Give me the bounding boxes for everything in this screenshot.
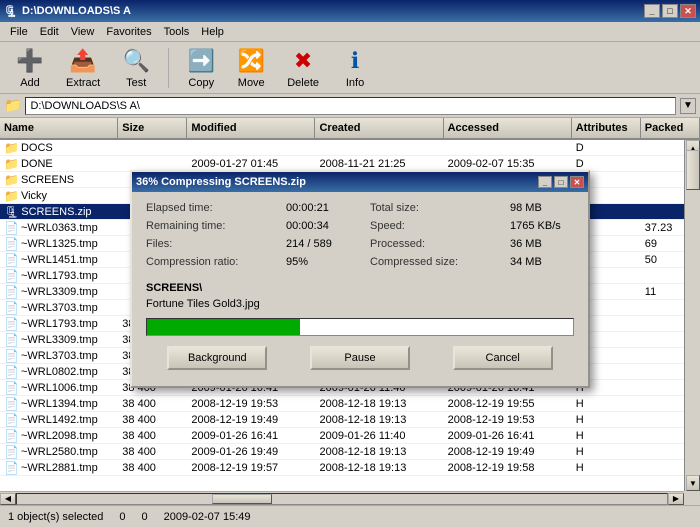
processed-value: 36 MB xyxy=(510,238,574,250)
processed-label: Processed: xyxy=(370,238,510,250)
speed-value: 1765 KB/s xyxy=(510,220,574,232)
col-header-size[interactable]: Size xyxy=(118,118,187,138)
speed-label: Speed: xyxy=(370,220,510,232)
delete-button[interactable]: ✖ Delete xyxy=(279,45,327,91)
delete-icon: ✖ xyxy=(289,47,317,75)
test-icon: 🔍 xyxy=(122,47,150,75)
dialog-overlay: 36% Compressing SCREENS.zip _ □ ✕ Elapse… xyxy=(0,140,700,527)
info-button[interactable]: ℹ Info xyxy=(333,45,377,91)
files-label: Files: xyxy=(146,238,286,250)
total-size-value: 98 MB xyxy=(510,202,574,214)
content-area: 📁 DOCS D 📁 DONE 2009-01-27 01:45 2008-11… xyxy=(0,140,700,527)
elapsed-label: Elapsed time: xyxy=(146,202,286,214)
col-header-packed[interactable]: Packed xyxy=(641,118,700,138)
dialog-buttons: Background Pause Cancel xyxy=(146,346,574,376)
progress-bar-container xyxy=(146,318,574,336)
compression-value: 95% xyxy=(286,256,350,268)
remaining-value: 00:00:34 xyxy=(286,220,350,232)
close-button[interactable]: ✕ xyxy=(680,4,696,18)
test-button[interactable]: 🔍 Test xyxy=(114,45,158,91)
cancel-button[interactable]: Cancel xyxy=(453,346,553,370)
dialog-close[interactable]: ✕ xyxy=(570,176,584,188)
background-button[interactable]: Background xyxy=(167,346,267,370)
compression-label: Compression ratio: xyxy=(146,256,286,268)
menu-favorites[interactable]: Favorites xyxy=(100,24,157,40)
col-header-name[interactable]: Name xyxy=(0,118,118,138)
col-header-attributes[interactable]: Attributes xyxy=(572,118,641,138)
pause-button[interactable]: Pause xyxy=(310,346,410,370)
compressed-label: Compressed size: xyxy=(370,256,510,268)
menu-help[interactable]: Help xyxy=(195,24,230,40)
compressed-value: 34 MB xyxy=(510,256,574,268)
copy-icon: ➡️ xyxy=(187,47,215,75)
address-input[interactable] xyxy=(25,97,676,115)
address-arrow[interactable]: ▼ xyxy=(680,98,696,114)
move-button[interactable]: 🔀 Move xyxy=(229,45,273,91)
add-button[interactable]: ➕ Add xyxy=(8,45,52,91)
dialog-path: SCREENS\ xyxy=(146,282,574,294)
dialog-minimize[interactable]: _ xyxy=(538,176,552,188)
dialog-maximize[interactable]: □ xyxy=(554,176,568,188)
title-bar: 🗜 D:\DOWNLOADS\S A _ □ ✕ xyxy=(0,0,700,22)
menu-edit[interactable]: Edit xyxy=(34,24,65,40)
dialog-current-file: Fortune Tiles Gold3.jpg xyxy=(146,298,574,310)
info-icon: ℹ xyxy=(341,47,369,75)
total-size-label: Total size: xyxy=(370,202,510,214)
move-icon: 🔀 xyxy=(237,47,265,75)
address-bar: 📁 ▼ xyxy=(0,94,700,118)
column-headers: Name Size Modified Created Accessed Attr… xyxy=(0,118,700,140)
menu-tools[interactable]: Tools xyxy=(158,24,196,40)
maximize-button[interactable]: □ xyxy=(662,4,678,18)
menu-view[interactable]: View xyxy=(65,24,101,40)
dialog-title-text: 36% Compressing SCREENS.zip xyxy=(136,176,306,188)
title-text: D:\DOWNLOADS\S A xyxy=(22,5,131,17)
toolbar: ➕ Add 📤 Extract 🔍 Test ➡️ Copy 🔀 Move ✖ … xyxy=(0,42,700,94)
files-value: 214 / 589 xyxy=(286,238,350,250)
menu-file[interactable]: File xyxy=(4,24,34,40)
compress-dialog: 36% Compressing SCREENS.zip _ □ ✕ Elapse… xyxy=(130,170,590,388)
folder-icon: 📁 xyxy=(4,97,21,114)
copy-button[interactable]: ➡️ Copy xyxy=(179,45,223,91)
minimize-button[interactable]: _ xyxy=(644,4,660,18)
remaining-label: Remaining time: xyxy=(146,220,286,232)
progress-bar xyxy=(147,319,300,335)
col-header-accessed[interactable]: Accessed xyxy=(444,118,572,138)
col-header-created[interactable]: Created xyxy=(315,118,443,138)
extract-button[interactable]: 📤 Extract xyxy=(58,45,108,91)
dialog-title-bar: 36% Compressing SCREENS.zip _ □ ✕ xyxy=(132,172,588,192)
col-header-modified[interactable]: Modified xyxy=(187,118,315,138)
app-icon: 🗜 xyxy=(4,5,18,18)
menu-bar: File Edit View Favorites Tools Help xyxy=(0,22,700,42)
dialog-content: Elapsed time: 00:00:21 Remaining time: 0… xyxy=(132,192,588,386)
elapsed-value: 00:00:21 xyxy=(286,202,350,214)
add-icon: ➕ xyxy=(16,47,44,75)
extract-icon: 📤 xyxy=(69,47,97,75)
